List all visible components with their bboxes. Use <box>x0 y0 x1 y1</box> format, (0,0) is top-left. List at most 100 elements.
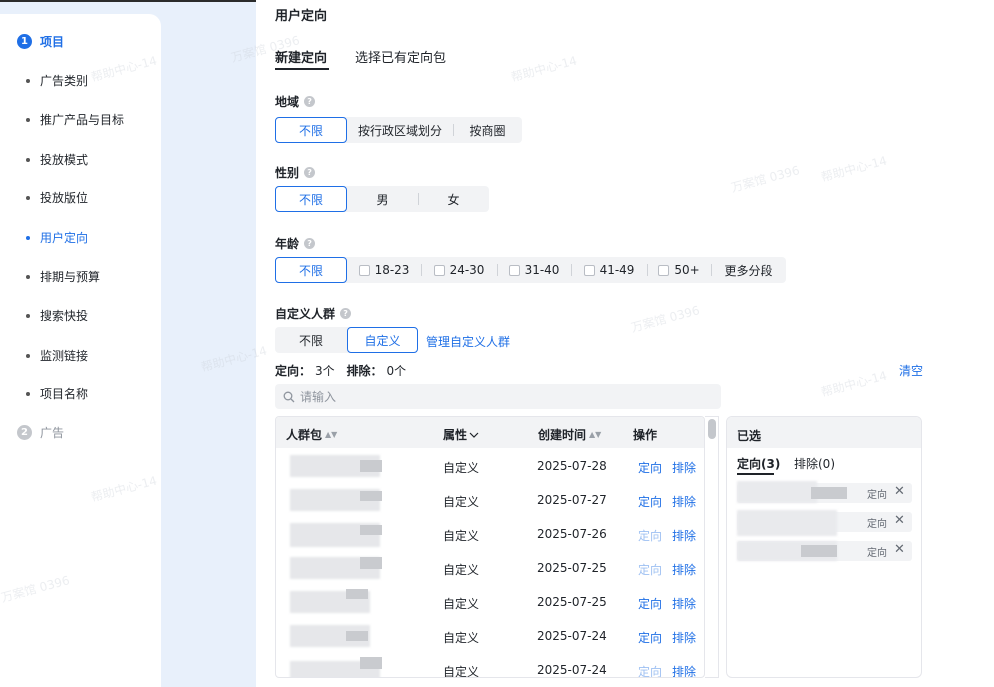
age-option-31-40[interactable]: 31-40 <box>497 257 571 283</box>
created-cell: 2025-07-25 <box>537 595 607 609</box>
sidebar-item-schedule-budget[interactable]: 排期与预算 <box>26 268 100 285</box>
sidebar-item-project-name[interactable]: 项目名称 <box>26 385 88 402</box>
help-icon[interactable]: ? <box>340 308 352 319</box>
sidebar-item-delivery-mode[interactable]: 投放模式 <box>26 151 88 168</box>
step-label: 项目 <box>40 35 65 49</box>
checkbox-icon <box>433 264 445 276</box>
gender-option-female[interactable]: 女 <box>418 186 489 212</box>
tab-existing-package[interactable]: 选择已有定向包 <box>355 47 446 66</box>
blurred-audience-name <box>346 631 368 641</box>
help-icon[interactable]: ? <box>304 238 316 249</box>
age-option-18-23[interactable]: 18-23 <box>347 257 421 283</box>
exclude-action[interactable]: 排除 <box>672 595 696 612</box>
target-action[interactable]: 定向 <box>638 493 662 510</box>
help-icon[interactable]: ? <box>304 96 316 107</box>
chevron-down-icon[interactable] <box>469 431 479 439</box>
exclude-action[interactable]: 排除 <box>672 663 696 677</box>
blurred-audience-name <box>360 557 382 569</box>
table-scrollbar[interactable] <box>705 416 719 678</box>
active-tab-indicator <box>737 473 774 475</box>
help-icon[interactable]: ? <box>304 167 316 178</box>
exclude-count-label: 排除： <box>346 364 383 378</box>
target-action[interactable]: 定向 <box>638 561 662 578</box>
sidebar-item-label: 投放模式 <box>40 153 89 167</box>
column-header-name[interactable]: 人群包 ▲▼ <box>286 426 337 443</box>
search-icon <box>283 391 295 402</box>
step-number-badge: 2 <box>17 425 32 440</box>
table-row: 自定义 2025-07-25 定向 排除 <box>276 585 704 619</box>
tab-selected-target[interactable]: 定向(3) <box>737 455 780 472</box>
age-option-50-plus[interactable]: 50+ <box>647 257 711 283</box>
divider <box>421 264 422 276</box>
sort-icon[interactable]: ▲▼ <box>325 430 337 439</box>
sidebar-item-product-goal[interactable]: 推广产品与目标 <box>26 111 124 128</box>
attr-cell: 自定义 <box>443 665 480 678</box>
sidebar-item-tracking-link[interactable]: 监测链接 <box>26 347 88 364</box>
age-option-41-49[interactable]: 41-49 <box>571 257 647 283</box>
age-option-unlimited[interactable]: 不限 <box>275 257 347 283</box>
sidebar-item-user-targeting[interactable]: 用户定向 <box>26 229 88 246</box>
gender-label: 性别? <box>275 164 316 181</box>
created-cell: 2025-07-27 <box>537 493 607 507</box>
close-icon[interactable]: ✕ <box>894 484 905 499</box>
exclude-count-value: 0个 <box>386 364 407 378</box>
close-icon[interactable]: ✕ <box>894 542 905 557</box>
step-sidebar: 1 项目 广告类别 推广产品与目标 投放模式 投放版位 用户定向 排期与预算 搜… <box>0 14 161 687</box>
page-title: 用户定向 <box>275 9 328 24</box>
sidebar-item-label: 用户定向 <box>40 231 89 245</box>
exclude-action[interactable]: 排除 <box>672 527 696 544</box>
audience-table: 人群包 ▲▼ 属性 创建时间 ▲▼ 操作 自定义 2025-07-28 定向 排除 … <box>275 416 705 678</box>
tab-new-targeting[interactable]: 新建定向 <box>275 47 327 66</box>
column-header-created[interactable]: 创建时间 ▲▼ <box>538 426 601 443</box>
sidebar-item-search-boost[interactable]: 搜索快投 <box>26 307 88 324</box>
audience-search <box>275 384 721 409</box>
exclude-action[interactable]: 排除 <box>672 561 696 578</box>
option-text: 18-23 <box>374 263 410 277</box>
manage-custom-audience-link[interactable]: 管理自定义人群 <box>426 333 510 350</box>
table-row: 自定义 2025-07-24 定向 排除 <box>276 619 704 653</box>
table-scrollbar-thumb[interactable] <box>708 419 716 439</box>
target-count-label: 定向： <box>275 364 312 378</box>
gender-option-unlimited[interactable]: 不限 <box>275 186 347 212</box>
targeting-counts: 定向： 3个 排除： 0个 <box>275 362 406 379</box>
target-action[interactable]: 定向 <box>638 663 662 677</box>
selected-item: 定向 ✕ <box>737 481 912 503</box>
region-option-admin-division[interactable]: 按行政区域划分 <box>347 117 453 143</box>
audience-search-input[interactable] <box>300 389 680 404</box>
column-header-text: 属性 <box>443 428 468 442</box>
divider <box>571 264 572 276</box>
table-row: 自定义 2025-07-26 定向 排除 <box>276 517 704 551</box>
attr-cell: 自定义 <box>443 631 480 645</box>
clear-button[interactable]: 清空 <box>899 362 923 379</box>
region-label: 地域? <box>275 93 316 110</box>
age-more-segments[interactable]: 更多分段 <box>711 257 786 283</box>
target-action[interactable]: 定向 <box>638 595 662 612</box>
step-ad[interactable]: 2 广告 <box>17 424 64 441</box>
step-project[interactable]: 1 项目 <box>17 33 64 50</box>
custom-audience-option-unlimited[interactable]: 不限 <box>275 327 347 353</box>
custom-audience-option-custom[interactable]: 自定义 <box>347 327 418 353</box>
exclude-action[interactable]: 排除 <box>672 629 696 646</box>
sidebar-item-ad-category[interactable]: 广告类别 <box>26 72 88 89</box>
target-action[interactable]: 定向 <box>638 629 662 646</box>
target-action[interactable]: 定向 <box>638 459 662 476</box>
checkbox-icon <box>358 264 370 276</box>
exclude-action[interactable]: 排除 <box>672 493 696 510</box>
exclude-action[interactable]: 排除 <box>672 459 696 476</box>
bullet-icon <box>26 274 30 279</box>
column-header-attr[interactable]: 属性 <box>443 426 479 443</box>
field-label-text: 地域 <box>275 95 300 109</box>
sort-icon[interactable]: ▲▼ <box>589 430 601 439</box>
sidebar-item-label: 广告类别 <box>40 74 89 88</box>
table-row: 自定义 2025-07-27 定向 排除 <box>276 483 704 517</box>
target-action[interactable]: 定向 <box>638 527 662 544</box>
selected-item-tag: 定向 <box>867 548 887 559</box>
close-icon[interactable]: ✕ <box>894 513 905 528</box>
region-option-unlimited[interactable]: 不限 <box>275 117 347 143</box>
region-option-business-circle[interactable]: 按商圈 <box>453 117 522 143</box>
age-option-24-30[interactable]: 24-30 <box>421 257 497 283</box>
gender-option-male[interactable]: 男 <box>347 186 418 212</box>
field-label-text: 年龄 <box>275 237 300 251</box>
tab-selected-exclude[interactable]: 排除(0) <box>794 455 835 472</box>
sidebar-item-placement[interactable]: 投放版位 <box>26 189 88 206</box>
